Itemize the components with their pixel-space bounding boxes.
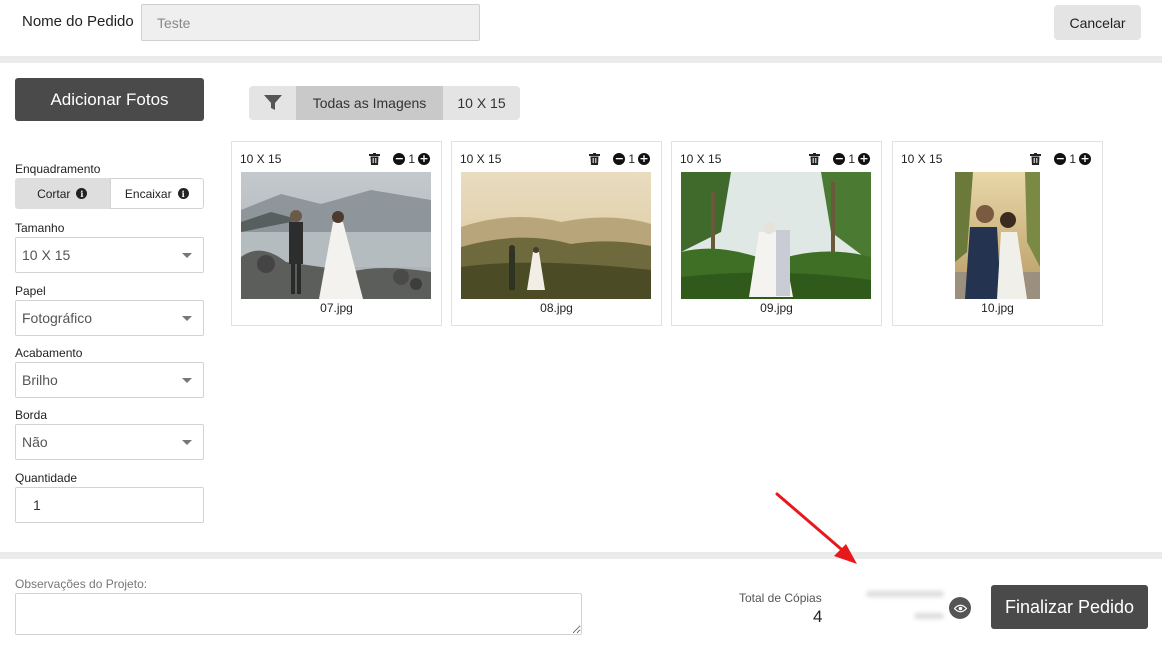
cancel-button[interactable]: Cancelar [1054, 5, 1141, 40]
photo-quantity: 1 [408, 152, 415, 166]
size-select-value: 10 X 15 [22, 247, 71, 263]
plus-icon[interactable]: + [1079, 153, 1091, 165]
filter-button[interactable] [249, 86, 296, 120]
finalize-order-button[interactable]: Finalizar Pedido [991, 585, 1148, 629]
photo-card: 10 X 15 − 1 + 09.jpg [671, 141, 882, 326]
size-select[interactable]: 10 X 15 [15, 237, 204, 273]
photo-size: 10 X 15 [460, 152, 502, 166]
project-notes-input[interactable] [15, 593, 582, 635]
header: Nome do Pedido Cancelar [0, 0, 1162, 56]
photo-controls: − 1 + [589, 152, 650, 166]
photo-size: 10 X 15 [240, 152, 282, 166]
info-icon[interactable]: i [76, 188, 88, 199]
plus-icon[interactable]: + [638, 153, 650, 165]
filter-bar: Todas as Imagens 10 X 15 [249, 86, 520, 120]
crop-option[interactable]: Cortar i [15, 178, 110, 209]
quantity-label: Quantidade [15, 471, 78, 485]
caret-down-icon [182, 316, 192, 321]
photo-card: 10 X 15 − 1 + 07.jpg [231, 141, 442, 326]
photo-card: 10 X 15 − 1 + 08.jpg [451, 141, 662, 326]
caret-down-icon [182, 378, 192, 383]
paper-select-value: Fotográfico [22, 310, 93, 326]
plus-icon[interactable]: + [858, 153, 870, 165]
photo-quantity: 1 [628, 152, 635, 166]
minus-icon[interactable]: − [613, 153, 626, 165]
show-price-button[interactable] [949, 597, 971, 619]
framing-toggle: Cortar i Encaixar i [15, 178, 204, 209]
framing-label: Enquadramento [15, 162, 101, 176]
top-divider [0, 56, 1162, 63]
trash-icon[interactable] [369, 153, 381, 165]
minus-icon[interactable]: − [393, 153, 406, 165]
photo-controls: − 1 + [369, 152, 430, 166]
crop-option-label: Cortar [37, 186, 71, 201]
photo-filename: 09.jpg [760, 301, 793, 315]
border-select[interactable]: Não [15, 424, 204, 460]
paper-select[interactable]: Fotográfico [15, 300, 204, 336]
finish-select[interactable]: Brilho [15, 362, 204, 398]
fit-option[interactable]: Encaixar i [109, 178, 204, 209]
border-label: Borda [15, 408, 48, 422]
filter-all-images[interactable]: Todas as Imagens [296, 86, 443, 120]
trash-icon[interactable] [809, 153, 821, 165]
add-photos-button[interactable]: Adicionar Fotos [15, 78, 204, 121]
photo-filename: 08.jpg [540, 301, 573, 315]
paper-label: Papel [15, 284, 46, 298]
caret-down-icon [182, 440, 192, 445]
photo-card: 10 X 15 − 1 + 10.jpg [892, 141, 1103, 326]
blurred-price [866, 588, 948, 628]
wedding-photo-portrait[interactable] [955, 172, 1040, 299]
total-copies-value: 4 [813, 607, 823, 626]
plus-icon[interactable]: + [418, 153, 430, 165]
annotation-arrow-icon [775, 492, 857, 564]
bottom-divider [0, 552, 1162, 559]
order-name-label: Nome do Pedido [22, 13, 134, 30]
photo-size: 10 X 15 [901, 152, 943, 166]
eye-icon [953, 604, 967, 612]
total-copies-label: Total de Cópias [739, 591, 822, 605]
finish-label: Acabamento [15, 346, 83, 360]
wedding-photo-palms[interactable] [681, 172, 871, 299]
photo-filename: 10.jpg [981, 301, 1014, 315]
trash-icon[interactable] [1030, 153, 1042, 165]
order-name-input[interactable] [141, 4, 480, 41]
wedding-photo-lake[interactable] [241, 172, 431, 299]
fit-option-label: Encaixar [124, 186, 172, 201]
border-select-value: Não [22, 434, 48, 450]
photo-size: 10 X 15 [680, 152, 722, 166]
photo-quantity: 1 [1069, 152, 1076, 166]
size-label: Tamanho [15, 221, 65, 235]
photo-filename: 07.jpg [320, 301, 353, 315]
finish-select-value: Brilho [22, 372, 58, 388]
info-icon[interactable]: i [177, 188, 189, 199]
minus-icon[interactable]: − [1054, 153, 1067, 165]
project-notes-label: Observações do Projeto: [15, 577, 148, 591]
minus-icon[interactable]: − [833, 153, 846, 165]
trash-icon[interactable] [589, 153, 601, 165]
caret-down-icon [182, 253, 192, 258]
quantity-input[interactable] [15, 487, 204, 523]
photo-quantity: 1 [848, 152, 855, 166]
photo-controls: − 1 + [1030, 152, 1091, 166]
wedding-photo-hills[interactable] [461, 172, 651, 299]
filter-icon [263, 95, 282, 110]
filter-size-10x15[interactable]: 10 X 15 [443, 86, 520, 120]
photo-controls: − 1 + [809, 152, 870, 166]
